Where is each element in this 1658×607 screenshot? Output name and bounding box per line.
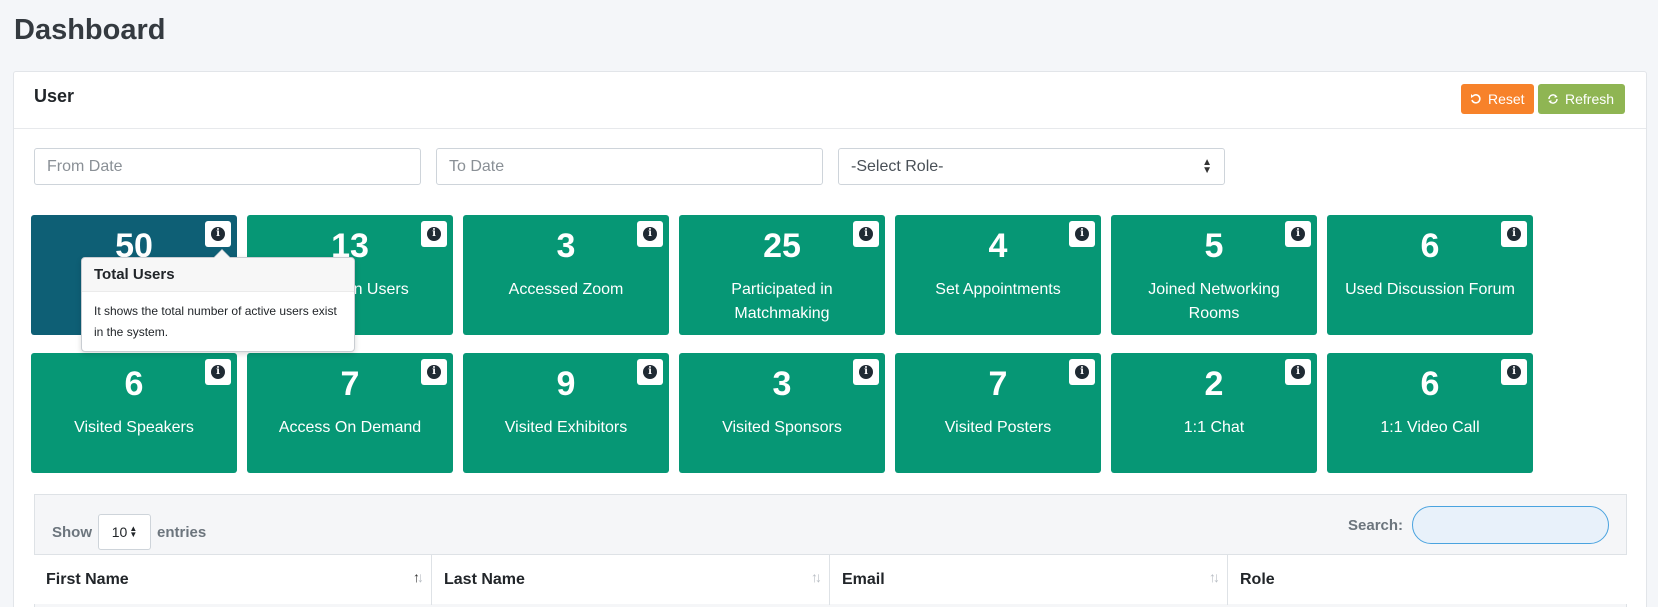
sort-icon: ↑↓ [413,569,424,585]
info-tooltip: Total Users It shows the total number of… [81,249,355,352]
stat-label: Access On Demand [278,419,422,436]
info-button[interactable]: i [421,221,447,247]
undo-icon [1471,94,1481,104]
stat-tile-visited-posters[interactable]: 7 Visited Posters i [895,353,1101,473]
stat-label: Joined Networking Rooms [1148,281,1280,322]
column-label: Role [1240,571,1275,588]
info-icon: i [859,227,873,241]
stat-label: Accessed Zoom [508,281,624,298]
info-button[interactable]: i [1285,221,1311,247]
info-icon: i [643,227,657,241]
column-label: First Name [46,571,129,588]
stat-tile-visited-sponsors[interactable]: 3 Visited Sponsors i [679,353,885,473]
refresh-icon [1548,94,1558,104]
info-icon: i [1507,365,1521,379]
role-select-value: -Select Role- [851,157,944,175]
stat-label: Participated in Matchmaking [731,281,833,322]
info-button[interactable]: i [205,359,231,385]
info-icon: i [211,365,225,379]
info-button[interactable]: i [853,359,879,385]
info-button[interactable]: i [421,359,447,385]
info-button[interactable]: i [1285,359,1311,385]
stat-tile-matchmaking[interactable]: 25 Participated in Matchmaking i [679,215,885,335]
info-icon: i [427,365,441,379]
info-button[interactable]: i [637,359,663,385]
stat-tile-discussion-forum[interactable]: 6 Used Discussion Forum i [1327,215,1533,335]
stat-label: Set Appointments [935,281,1061,298]
column-label: Email [842,571,885,588]
select-caret-icon: ▲ ▼ [1202,156,1212,176]
page-title: Dashboard [14,14,166,46]
show-label: Show [52,523,92,541]
table-controls: Show 10 ▲ ▼ entries Search: [35,495,1626,554]
tooltip-body: It shows the total number of active user… [94,304,337,339]
info-icon: i [1507,227,1521,241]
entries-label: entries [157,523,207,541]
stat-label: Used Discussion Forum [1345,281,1515,298]
from-date-input[interactable] [34,148,421,185]
card-title: User [34,86,75,106]
entries-value: 10 [111,524,128,540]
stat-label: Visited Exhibitors [504,419,628,436]
column-header-role[interactable]: Role [1228,555,1627,605]
refresh-label: Refresh [1565,91,1615,107]
info-button[interactable]: i [205,221,231,247]
refresh-button[interactable]: Refresh [1538,84,1625,114]
sort-icon: ↑↓ [1209,569,1220,585]
column-header-last-name[interactable]: Last Name ↑↓ [432,555,830,605]
info-icon: i [427,227,441,241]
info-button[interactable]: i [637,221,663,247]
info-button[interactable]: i [853,221,879,247]
column-header-first-name[interactable]: First Name ↑↓ [34,555,432,605]
info-button[interactable]: i [1501,359,1527,385]
stat-label: 1:1 Video Call [1380,419,1480,436]
entries-control: Show 10 ▲ ▼ entries [52,514,206,550]
info-button[interactable]: i [1501,221,1527,247]
entries-select[interactable]: 10 ▲ ▼ [98,514,151,550]
info-icon: i [211,227,225,241]
table-header: First Name ↑↓ Last Name ↑↓ Email ↑↓ Role [34,554,1627,605]
info-icon: i [643,365,657,379]
tooltip-title: Total Users [82,258,354,292]
info-icon: i [1291,227,1305,241]
info-icon: i [1291,365,1305,379]
stat-tile-visited-speakers[interactable]: 6 Visited Speakers i [31,353,237,473]
info-icon: i [859,365,873,379]
stat-tile-one-to-one-video-call[interactable]: 6 1:1 Video Call i [1327,353,1533,473]
stat-tile-set-appointments[interactable]: 4 Set Appointments i [895,215,1101,335]
sort-icon: ↑↓ [811,569,822,585]
stat-tile-access-on-demand[interactable]: 7 Access On Demand i [247,353,453,473]
stat-label: Visited Posters [944,419,1052,436]
role-select[interactable]: -Select Role- ▲ ▼ [838,148,1225,185]
info-button[interactable]: i [1069,221,1095,247]
stat-label: Visited Sponsors [722,419,842,436]
to-date-input[interactable] [436,148,823,185]
info-button[interactable]: i [1069,359,1095,385]
stat-label: 1:1 Chat [1183,419,1245,436]
select-caret-icon: ▲ ▼ [129,524,138,539]
reset-button[interactable]: Reset [1461,84,1534,114]
column-label: Last Name [444,571,525,588]
stat-tile-accessed-zoom[interactable]: 3 Accessed Zoom i [463,215,669,335]
stat-label: Visited Speakers [74,419,194,436]
stat-tile-one-to-one-chat[interactable]: 2 1:1 Chat i [1111,353,1317,473]
info-icon: i [1075,365,1089,379]
search-label: Search: [1348,517,1404,534]
stat-tile-visited-exhibitors[interactable]: 9 Visited Exhibitors i [463,353,669,473]
stat-tile-networking-rooms[interactable]: 5 Joined Networking Rooms i [1111,215,1317,335]
info-icon: i [1075,227,1089,241]
search-input[interactable] [1412,506,1609,544]
card-header: User Reset Refresh [14,72,1646,129]
column-header-email[interactable]: Email ↑↓ [830,555,1228,605]
users-table: Show 10 ▲ ▼ entries Search: First Name ↑↓… [34,494,1627,607]
reset-label: Reset [1488,91,1525,107]
